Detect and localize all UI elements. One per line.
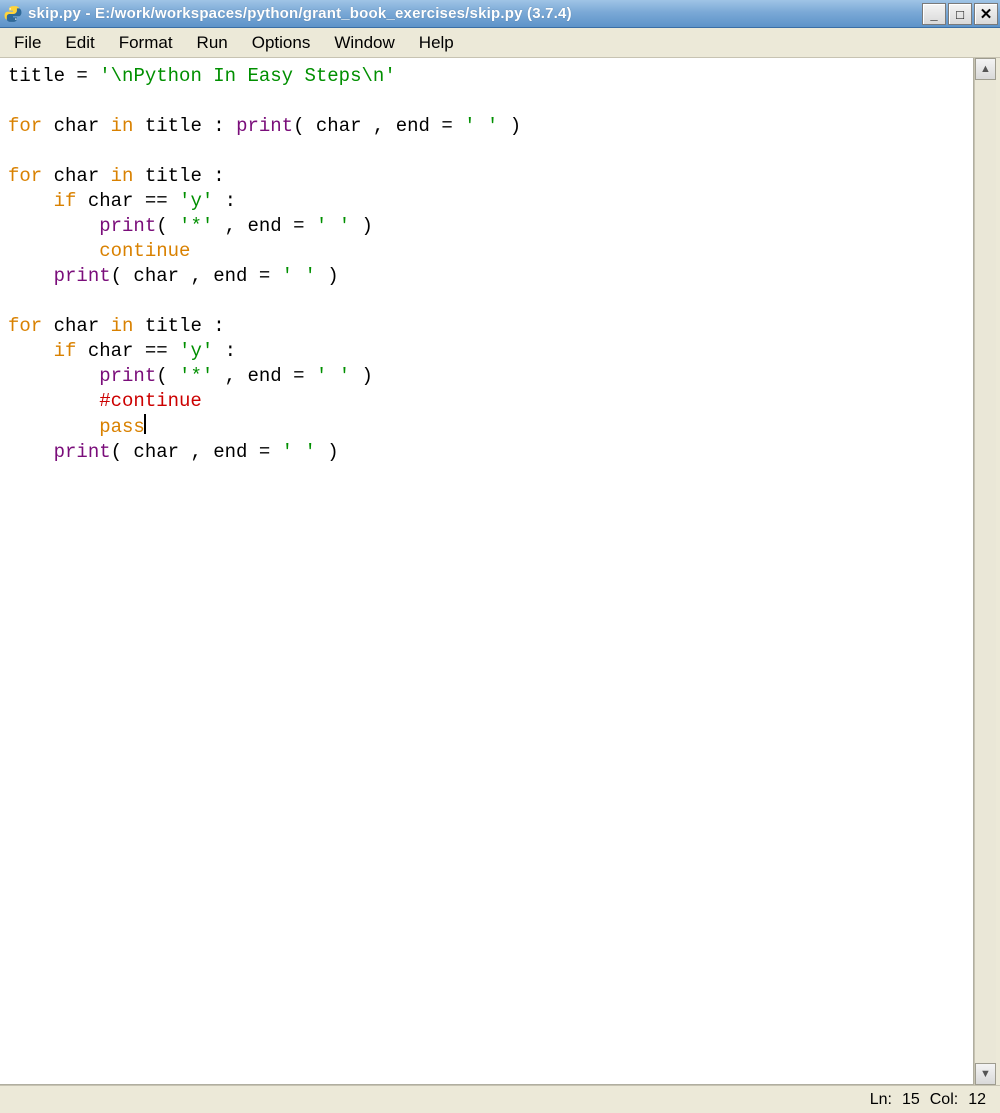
scroll-track[interactable]: [975, 80, 996, 1063]
title-bar[interactable]: skip.py - E:/work/workspaces/python/gran…: [0, 0, 1000, 28]
menu-format[interactable]: Format: [109, 30, 187, 56]
window-controls: _ □ ✕: [922, 3, 998, 25]
chevron-up-icon: ▲: [980, 63, 991, 75]
window-title: skip.py - E:/work/workspaces/python/gran…: [28, 5, 572, 22]
menu-window[interactable]: Window: [324, 30, 408, 56]
close-button[interactable]: ✕: [974, 3, 998, 25]
menu-edit[interactable]: Edit: [55, 30, 108, 56]
scroll-up-button[interactable]: ▲: [975, 58, 996, 80]
text-cursor: [144, 414, 146, 434]
status-col-label: Col:: [930, 1091, 958, 1109]
status-ln-value: 15: [902, 1091, 920, 1109]
work-area: title = '\nPython In Easy Steps\n' for c…: [0, 58, 1000, 1085]
python-idle-icon: [4, 5, 22, 23]
editor-wrap: title = '\nPython In Easy Steps\n' for c…: [0, 58, 974, 1085]
menu-options[interactable]: Options: [242, 30, 325, 56]
scroll-down-button[interactable]: ▼: [975, 1063, 996, 1085]
minimize-button[interactable]: _: [922, 3, 946, 25]
menu-bar: File Edit Format Run Options Window Help: [0, 28, 1000, 58]
vertical-scrollbar[interactable]: ▲ ▼: [974, 58, 996, 1085]
status-ln-label: Ln:: [870, 1091, 892, 1109]
menu-file[interactable]: File: [4, 30, 55, 56]
maximize-button[interactable]: □: [948, 3, 972, 25]
maximize-icon: □: [956, 7, 964, 22]
chevron-down-icon: ▼: [980, 1068, 991, 1080]
minimize-icon: _: [930, 7, 937, 22]
menu-run[interactable]: Run: [187, 30, 242, 56]
status-bar: Ln: 15 Col: 12: [0, 1085, 1000, 1113]
status-col-value: 12: [968, 1091, 986, 1109]
code-editor[interactable]: title = '\nPython In Easy Steps\n' for c…: [0, 58, 973, 471]
menu-help[interactable]: Help: [409, 30, 468, 56]
close-icon: ✕: [980, 5, 993, 23]
